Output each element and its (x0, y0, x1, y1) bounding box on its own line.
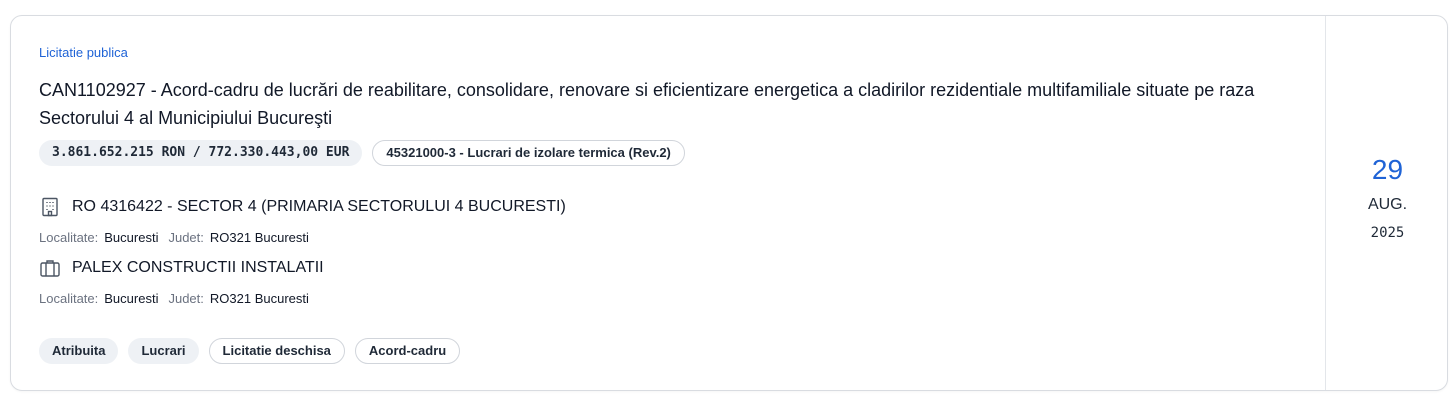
authority-meta: Localitate: Bucuresti Judet: RO321 Bucur… (39, 230, 313, 245)
authority-locality-label: Localitate: (39, 230, 99, 245)
winner-locality-label: Localitate: (39, 291, 99, 306)
cpv-badge[interactable]: 45321000-3 - Lucrari de izolare termica … (372, 140, 685, 166)
tags-row: Atribuita Lucrari Licitatie deschisa Aco… (39, 338, 461, 364)
winner-county: RO321 Bucuresti (209, 291, 309, 306)
date-column: 29 AUG. 2025 (1325, 16, 1449, 390)
winner-row[interactable]: PALEX CONSTRUCTII INSTALATII (39, 257, 324, 279)
date-block: 29 AUG. 2025 (1326, 153, 1449, 242)
date-day: 29 (1371, 154, 1404, 185)
building-icon (39, 196, 61, 218)
date-year: 2025 (1370, 225, 1405, 241)
authority-locality: Bucuresti (104, 230, 159, 245)
tag-framework[interactable]: Acord-cadru (354, 338, 461, 364)
category-link[interactable]: Licitatie publica (39, 45, 128, 60)
winner-name[interactable]: PALEX CONSTRUCTII INSTALATII (72, 259, 324, 277)
winner-meta: Localitate: Bucuresti Judet: RO321 Bucur… (39, 291, 313, 306)
procedure-title[interactable]: CAN1102927 - Acord-cadru de lucrări de r… (39, 76, 1289, 132)
authority-county-label: Judet: (168, 230, 204, 245)
procedure-card[interactable]: Licitatie publica CAN1102927 - Acord-cad… (10, 15, 1448, 391)
tag-contract-type[interactable]: Lucrari (128, 338, 199, 364)
winner-locality: Bucuresti (104, 291, 159, 306)
winner-county-label: Judet: (168, 291, 204, 306)
authority-name[interactable]: RO 4316422 - SECTOR 4 (PRIMARIA SECTORUL… (72, 198, 566, 216)
value-cpv-row: 3.861.652.215 RON / 772.330.443,00 EUR 4… (39, 140, 685, 166)
tag-procedure-type[interactable]: Licitatie deschisa (208, 338, 345, 364)
card-main: Licitatie publica CAN1102927 - Acord-cad… (11, 16, 1325, 390)
tag-status[interactable]: Atribuita (39, 338, 119, 364)
authority-county: RO321 Bucuresti (209, 230, 309, 245)
briefcase-icon (39, 257, 61, 279)
authority-row[interactable]: RO 4316422 - SECTOR 4 (PRIMARIA SECTORUL… (39, 196, 566, 218)
value-badge: 3.861.652.215 RON / 772.330.443,00 EUR (39, 140, 363, 166)
date-month: AUG. (1367, 196, 1408, 213)
